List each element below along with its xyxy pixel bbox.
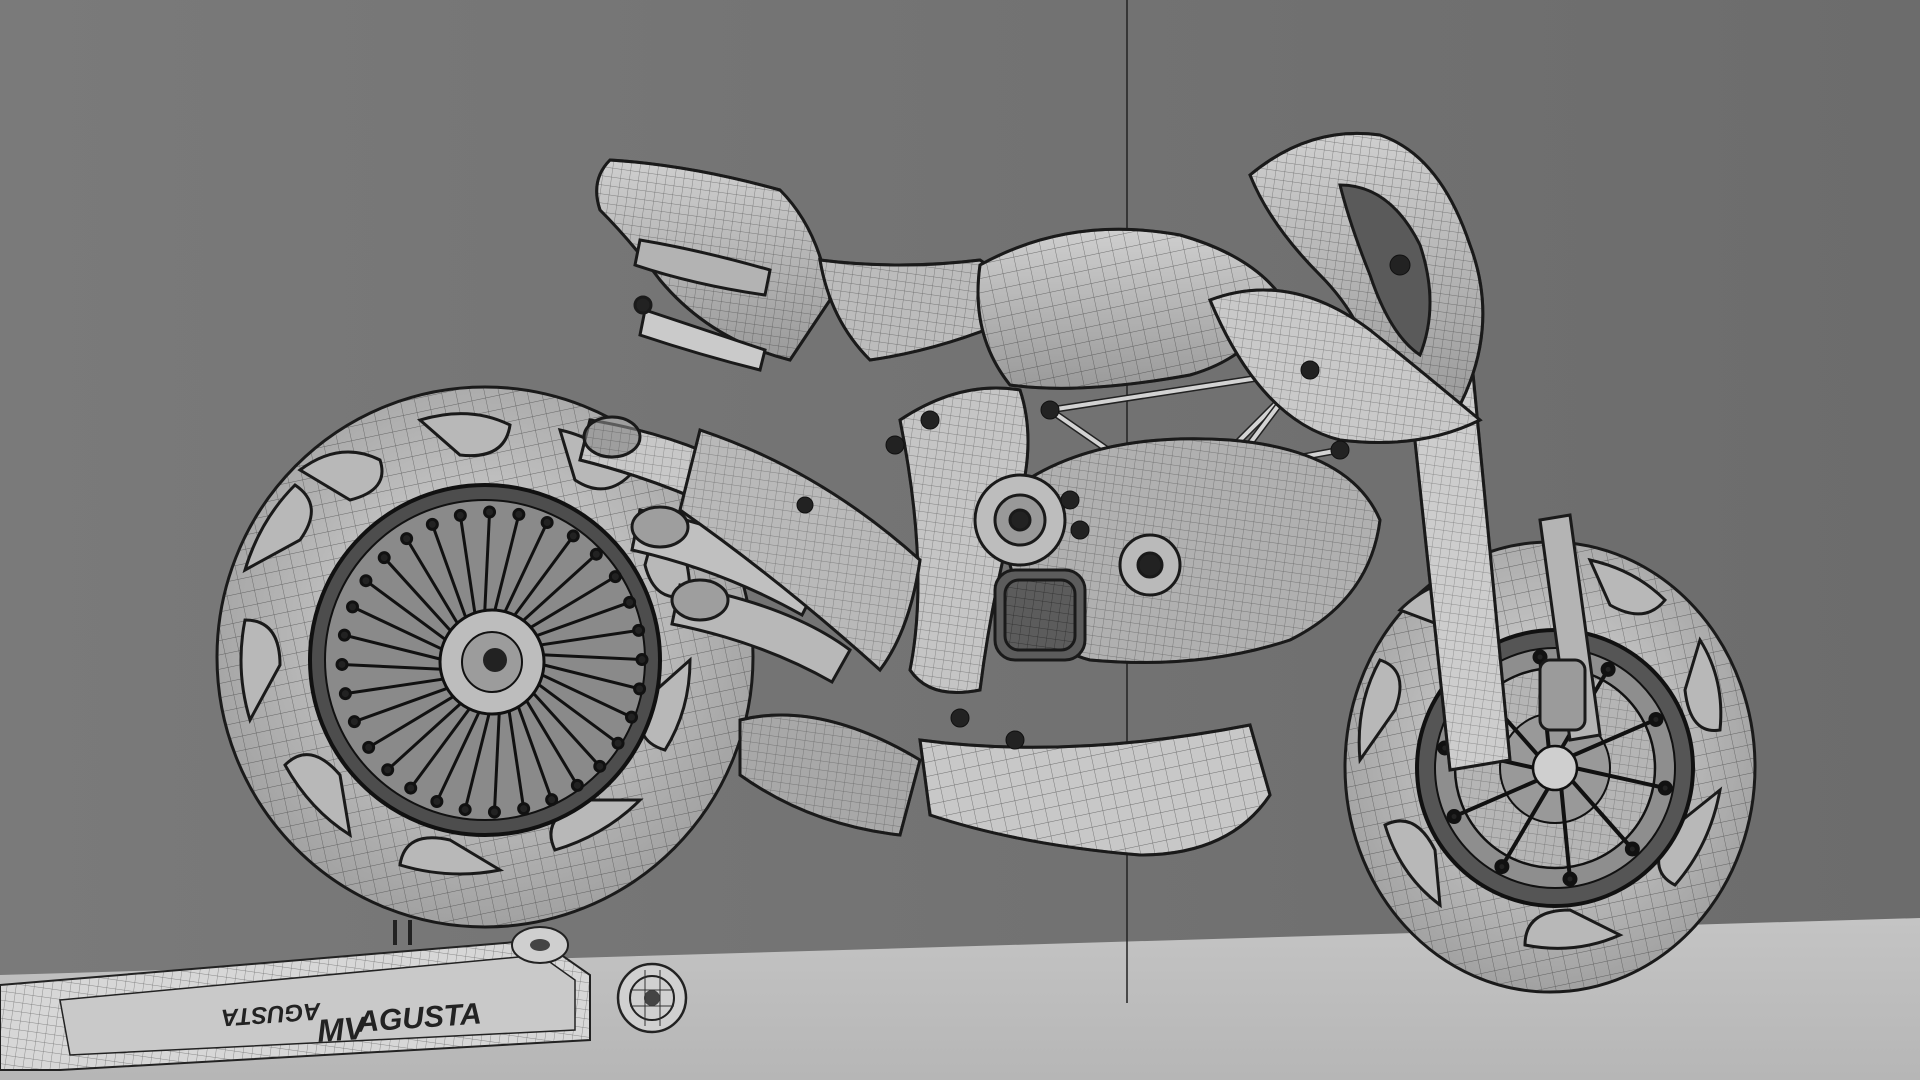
- spoke-nipple: [1624, 841, 1640, 857]
- spoke-nipple: [517, 802, 531, 816]
- spoke-nipple: [359, 574, 373, 588]
- spoke-nipple: [430, 795, 444, 809]
- spoke-nipple: [570, 778, 584, 792]
- spoke-nipple: [338, 687, 352, 701]
- spoke-nipple: [625, 710, 639, 724]
- spoke-nipple: [1648, 711, 1664, 727]
- spoke-nipple: [487, 805, 501, 819]
- spoke-nipple: [512, 507, 526, 521]
- spoke-nipple: [633, 682, 647, 696]
- spoke-nipple: [608, 570, 622, 584]
- 3d-viewport[interactable]: AGUSTA MV AGUSTA: [0, 0, 1920, 1080]
- spoke-nipple: [632, 623, 646, 637]
- front-wheel[interactable]: [1343, 540, 1757, 994]
- spoke-nipple: [335, 657, 349, 671]
- spoke-nipple: [404, 781, 418, 795]
- spoke-nipple: [1446, 809, 1462, 825]
- spoke-nipple: [589, 547, 603, 561]
- spoke-nipple: [611, 736, 625, 750]
- spoke-nipple: [566, 529, 580, 543]
- spoke-nipple: [1657, 780, 1673, 796]
- stand-wheel-top: [511, 926, 569, 964]
- spoke-nipple: [345, 600, 359, 614]
- spoke-nipple: [337, 628, 351, 642]
- spoke-nipple: [381, 763, 395, 777]
- front-hub: [1531, 744, 1579, 792]
- spoke-nipple: [1562, 871, 1578, 887]
- spoke-nipple: [483, 505, 497, 519]
- spoke-nipple: [377, 551, 391, 565]
- spoke-nipple: [623, 595, 637, 609]
- spoke-nipple: [347, 715, 361, 729]
- spoke-nipple: [593, 759, 607, 773]
- spoke-nipple: [400, 532, 414, 546]
- spoke-nipple: [545, 793, 559, 807]
- spoke-nipple: [1494, 859, 1510, 875]
- spoke-nipple: [425, 517, 439, 531]
- spoke-nipple: [453, 508, 467, 522]
- spoke-nipple: [362, 740, 376, 754]
- spoke-nipple: [1600, 661, 1616, 677]
- spoke-nipple: [458, 803, 472, 817]
- spoke-nipple: [540, 515, 554, 529]
- stand-wheel-rear: [616, 962, 688, 1034]
- spoke-nipple: [635, 653, 649, 667]
